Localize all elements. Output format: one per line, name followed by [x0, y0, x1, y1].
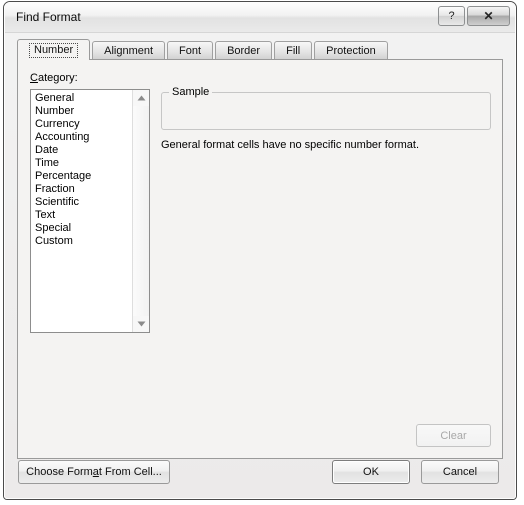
category-scrollbar[interactable] [132, 90, 149, 332]
tab-strip: Number Alignment Font Border Fill Protec… [17, 39, 503, 60]
list-item[interactable]: Special [34, 222, 132, 235]
scrollbar-track[interactable] [133, 106, 149, 316]
tab-alignment[interactable]: Alignment [92, 41, 166, 60]
list-item[interactable]: Currency [34, 118, 132, 131]
tab-fill[interactable]: Fill [274, 41, 313, 60]
close-icon[interactable]: ✕ [467, 6, 510, 26]
tab-protection-label: Protection [326, 45, 376, 57]
number-tab-panel: Category: General Number Currency Accoun… [17, 59, 503, 459]
category-listbox[interactable]: General Number Currency Accounting Date … [30, 89, 150, 333]
sample-description: General format cells have no specific nu… [161, 139, 420, 151]
scroll-up-arrow-icon[interactable] [133, 90, 149, 106]
list-item[interactable]: Text [34, 209, 132, 222]
dialog-inner-frame: Find Format ? ✕ Number Alignment Font Bo… [4, 2, 516, 499]
help-button[interactable]: ? [438, 6, 465, 26]
tab-number[interactable]: Number [17, 39, 91, 60]
ok-button[interactable]: OK [332, 460, 410, 484]
tab-border-label: Border [227, 45, 261, 57]
list-item[interactable]: Accounting [34, 131, 132, 144]
cancel-button[interactable]: Cancel [421, 460, 499, 484]
choose-format-from-cell-button[interactable]: Choose Format From Cell... [18, 460, 170, 484]
category-label: Category: [30, 72, 78, 84]
list-item[interactable]: Time [34, 157, 132, 170]
tab-fill-label: Fill [286, 45, 301, 57]
list-item[interactable]: Number [34, 105, 132, 118]
clear-button[interactable]: Clear [416, 424, 491, 447]
list-item[interactable]: Fraction [34, 183, 132, 196]
title-bar: Find Format ? ✕ [5, 3, 515, 33]
tab-alignment-label: Alignment [104, 45, 154, 57]
list-item[interactable]: Percentage [34, 170, 132, 183]
tab-protection[interactable]: Protection [314, 41, 388, 60]
list-item[interactable]: Date [34, 144, 132, 157]
find-format-dialog: Find Format ? ✕ Number Alignment Font Bo… [3, 1, 517, 500]
tab-font-label: Font [179, 45, 202, 57]
scroll-down-arrow-icon[interactable] [133, 316, 149, 332]
choose-format-from-cell-label: Choose Format From Cell... [26, 466, 162, 478]
tab-font[interactable]: Font [167, 41, 214, 60]
list-item[interactable]: General [34, 92, 132, 105]
dialog-title: Find Format [16, 10, 81, 24]
sample-groupbox-title: Sample [169, 86, 213, 98]
caption-button-group: ? ✕ [438, 6, 510, 26]
sample-groupbox: Sample [161, 86, 491, 130]
tab-number-label: Number [29, 42, 79, 58]
list-item[interactable]: Custom [34, 235, 132, 248]
category-list-items: General Number Currency Accounting Date … [31, 90, 132, 332]
list-item[interactable]: Scientific [34, 196, 132, 209]
tab-border[interactable]: Border [215, 41, 273, 60]
